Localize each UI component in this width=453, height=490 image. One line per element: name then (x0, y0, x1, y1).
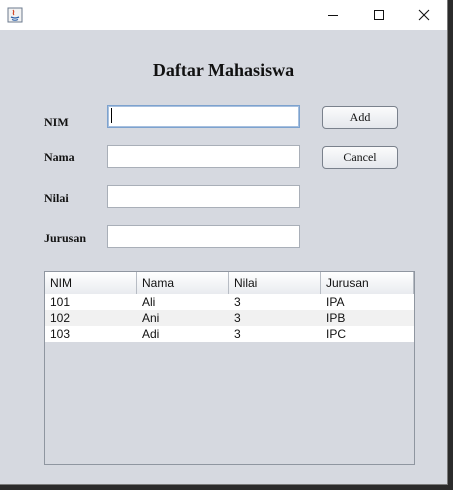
column-header-jurusan[interactable]: Jurusan (321, 272, 414, 294)
app-window: Daftar Mahasiswa NIM Nama Nilai Jurusan … (0, 0, 448, 485)
nim-field[interactable] (107, 105, 300, 128)
nilai-field[interactable] (107, 185, 300, 208)
cell-nilai: 3 (234, 327, 241, 341)
cell-jurusan: IPC (326, 327, 347, 341)
close-icon (418, 9, 430, 21)
cell-nilai: 3 (234, 311, 241, 325)
cell-nim: 103 (50, 327, 71, 341)
nilai-label: Nilai (44, 191, 69, 205)
table-row[interactable]: 102 Ani 3 IPB (45, 310, 414, 326)
add-button[interactable]: Add (322, 106, 398, 129)
column-header-nilai[interactable]: Nilai (229, 272, 321, 294)
form-title: Daftar Mahasiswa (152, 60, 295, 80)
cell-jurusan: IPB (326, 311, 346, 325)
close-button[interactable] (401, 0, 447, 30)
maximize-icon (374, 10, 384, 20)
minimize-button[interactable] (310, 0, 356, 30)
nama-label: Nama (44, 150, 75, 164)
cancel-button[interactable]: Cancel (322, 146, 398, 169)
title-bar[interactable] (0, 0, 447, 30)
cell-nama: Ani (142, 311, 160, 325)
cell-nim: 102 (50, 311, 71, 325)
java-icon[interactable] (7, 7, 23, 23)
cell-nama: Adi (142, 327, 160, 341)
cell-nim: 101 (50, 295, 71, 309)
table-header: NIM Nama Nilai Jurusan (45, 272, 414, 295)
maximize-button[interactable] (356, 0, 402, 30)
table-row[interactable]: 103 Adi 3 IPC (45, 326, 414, 342)
minimize-icon (328, 15, 338, 16)
student-table[interactable]: NIM Nama Nilai Jurusan 101 Ali 3 IPA 102… (44, 271, 415, 465)
cell-nama: Ali (142, 295, 156, 309)
nim-label: NIM (44, 115, 69, 129)
cell-jurusan: IPA (326, 295, 345, 309)
table-row[interactable]: 101 Ali 3 IPA (45, 294, 414, 310)
jurusan-label: Jurusan (44, 231, 87, 245)
text-caret (111, 108, 112, 123)
jurusan-field[interactable] (107, 225, 300, 248)
column-header-nim[interactable]: NIM (45, 272, 137, 294)
column-header-nama[interactable]: Nama (137, 272, 229, 294)
table-body: 101 Ali 3 IPA 102 Ani 3 IPB 103 Adi 3 IP… (45, 294, 414, 342)
cell-nilai: 3 (234, 295, 241, 309)
nama-field[interactable] (107, 145, 300, 168)
